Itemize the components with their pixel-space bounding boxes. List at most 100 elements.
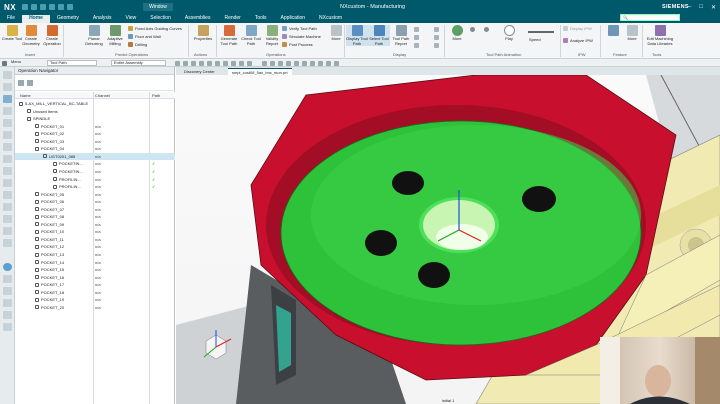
reuse-library-icon[interactable] bbox=[3, 131, 12, 139]
save-icon[interactable] bbox=[22, 4, 29, 10]
help-icon[interactable] bbox=[3, 323, 12, 331]
palette-icon[interactable] bbox=[3, 275, 12, 283]
snap-icon[interactable] bbox=[231, 60, 236, 66]
tree-row[interactable]: 5-AX_MILL_VERTICAL_BC-TABLE bbox=[15, 100, 175, 108]
analyze-ipw-button[interactable]: Analyze IPW bbox=[563, 38, 593, 43]
copy-icon[interactable] bbox=[58, 4, 65, 10]
simulate-machine-button[interactable]: Simulate Machine bbox=[282, 34, 321, 39]
tree-row[interactable]: POCKET_03 n/a bbox=[15, 138, 175, 146]
system-materials-icon[interactable] bbox=[3, 179, 12, 187]
check-tool-path-button[interactable]: Check Tool Path bbox=[240, 25, 262, 46]
tree-row[interactable]: POCKET_07 n/a bbox=[15, 206, 175, 214]
roles-icon[interactable] bbox=[3, 215, 12, 223]
display-option-4[interactable] bbox=[434, 27, 439, 32]
minimize-icon[interactable]: – bbox=[688, 4, 691, 11]
type-filter-dropdown[interactable]: Tool Path bbox=[47, 60, 97, 66]
hd3d-tools-icon[interactable] bbox=[3, 143, 12, 151]
snap-icon[interactable] bbox=[223, 60, 228, 66]
settings-icon[interactable] bbox=[3, 311, 12, 319]
constraint-navigator-icon[interactable] bbox=[3, 83, 12, 91]
tree-row[interactable]: PROFILIN... n/a ✓ bbox=[15, 183, 175, 191]
tree-row[interactable]: POCKET_08 n/a bbox=[15, 213, 175, 221]
tree-row[interactable]: POCKET_19 n/a bbox=[15, 296, 175, 304]
maximize-icon[interactable]: □ bbox=[699, 4, 703, 11]
post-process-button[interactable]: Post Process bbox=[282, 42, 313, 47]
close-icon[interactable]: ✕ bbox=[711, 4, 716, 11]
tree-row[interactable]: POCKET_09 n/a bbox=[15, 221, 175, 229]
properties-button[interactable]: Properties bbox=[192, 25, 214, 42]
snap-icon[interactable] bbox=[247, 60, 252, 66]
view-icon[interactable] bbox=[278, 60, 283, 66]
tab-render[interactable]: Render bbox=[217, 15, 247, 23]
filter-icon[interactable] bbox=[18, 80, 24, 86]
tab-file[interactable]: File bbox=[0, 15, 22, 23]
verify-tool-path-button[interactable]: Verify Tool Path bbox=[282, 26, 317, 31]
snap-icon[interactable] bbox=[175, 60, 180, 66]
tab-discovery-center[interactable]: Discovery Center bbox=[180, 68, 219, 75]
tree-row[interactable]: POCKET_04 n/a bbox=[15, 145, 175, 153]
command-search-input[interactable]: 🔍 bbox=[620, 14, 680, 21]
tab-view[interactable]: View bbox=[119, 15, 144, 23]
menu-dropdown[interactable]: Menu bbox=[9, 60, 39, 66]
tree-row[interactable]: POCKET_14 n/a bbox=[15, 259, 175, 267]
snap-icon[interactable] bbox=[207, 60, 212, 66]
assembly-navigator-icon[interactable] bbox=[3, 71, 12, 79]
column-path[interactable]: Path bbox=[152, 93, 160, 98]
snap-icon[interactable] bbox=[199, 60, 204, 66]
tree-row[interactable]: POCKET_15 n/a bbox=[15, 266, 175, 274]
manufacturing-wizards-icon[interactable] bbox=[3, 203, 12, 211]
tree-row[interactable]: POCKET_16 n/a bbox=[15, 274, 175, 282]
globe-icon[interactable] bbox=[3, 263, 12, 271]
step-back-button[interactable] bbox=[470, 27, 475, 32]
tab-nxcustom[interactable]: NXcustom bbox=[312, 15, 349, 23]
view-icon[interactable] bbox=[294, 60, 299, 66]
view-icon[interactable] bbox=[286, 60, 291, 66]
drilling-button[interactable]: Drilling bbox=[128, 42, 147, 47]
tree-row[interactable]: POCKETIN... n/a ✓ bbox=[15, 168, 175, 176]
layers-icon[interactable] bbox=[3, 299, 12, 307]
rewind-button[interactable] bbox=[484, 27, 489, 32]
animation-more-button[interactable]: More bbox=[446, 25, 468, 42]
tab-home[interactable]: Home bbox=[22, 15, 50, 23]
feature-more-button[interactable]: More bbox=[621, 25, 643, 42]
snap-icon[interactable] bbox=[239, 60, 244, 66]
view-icon[interactable] bbox=[262, 60, 267, 66]
tree-row[interactable]: SPINDLE bbox=[15, 115, 175, 123]
tree-row[interactable]: UGT0201_085 n/a bbox=[15, 152, 175, 161]
select-tool-path-button[interactable]: Select Tool Path bbox=[368, 25, 390, 46]
display-option-3[interactable] bbox=[414, 43, 419, 48]
tree-row[interactable]: POCKET_18 n/a bbox=[15, 289, 175, 297]
tree-row[interactable]: POCKET_05 n/a bbox=[15, 191, 175, 199]
paste-icon[interactable] bbox=[67, 4, 74, 10]
validity-report-button[interactable]: Validity Report bbox=[261, 25, 283, 46]
view-icon[interactable] bbox=[302, 60, 307, 66]
snap-icon[interactable] bbox=[191, 60, 196, 66]
redo-icon[interactable] bbox=[40, 4, 47, 10]
tree-row[interactable]: POCKET_01 n/a bbox=[15, 123, 175, 131]
display-ipw-button[interactable]: Display IPW bbox=[563, 26, 592, 31]
feature-navigator-icon[interactable] bbox=[3, 119, 12, 127]
scope-dropdown[interactable]: Entire Assembly bbox=[111, 60, 166, 66]
visual-reporting-icon[interactable] bbox=[3, 239, 12, 247]
process-studio-icon[interactable] bbox=[3, 191, 12, 199]
speed-slider[interactable] bbox=[528, 31, 554, 33]
history-icon[interactable] bbox=[3, 167, 12, 175]
edit-machining-data-libraries-button[interactable]: Edit Machining Data Libraries bbox=[644, 25, 676, 46]
tab-analysis[interactable]: Analysis bbox=[86, 15, 119, 23]
tab-geometry[interactable]: Geometry bbox=[50, 15, 86, 23]
generate-tool-path-button[interactable]: Generate Tool Path bbox=[218, 25, 240, 46]
tab-assemblies[interactable]: Assemblies bbox=[178, 15, 218, 23]
cut-icon[interactable] bbox=[49, 4, 56, 10]
tree-row[interactable]: POCKET_02 n/a bbox=[15, 130, 175, 138]
view-icon[interactable] bbox=[326, 60, 331, 66]
tree-row[interactable]: POCKET_06 n/a bbox=[15, 198, 175, 206]
view-icon[interactable] bbox=[318, 60, 323, 66]
view-icon[interactable] bbox=[270, 60, 275, 66]
tree-row[interactable]: POCKET_11 n/a bbox=[15, 236, 175, 244]
display-option-2[interactable] bbox=[414, 35, 419, 40]
create-geometry-button[interactable]: Create Geometry bbox=[20, 25, 42, 46]
window-menu[interactable]: Window bbox=[143, 3, 173, 11]
display-option-1[interactable] bbox=[414, 27, 419, 32]
play-button[interactable]: Play bbox=[498, 25, 520, 42]
view-icon[interactable] bbox=[310, 60, 315, 66]
